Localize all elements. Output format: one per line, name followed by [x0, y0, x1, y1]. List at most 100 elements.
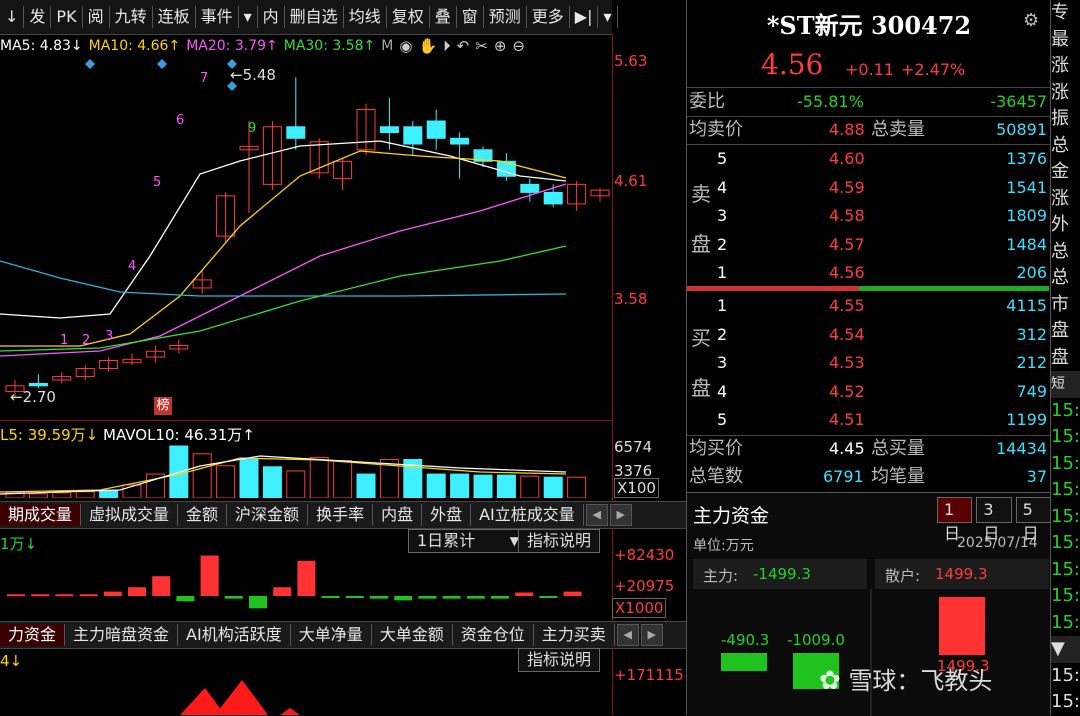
- side-item-9[interactable]: 总: [1051, 239, 1080, 266]
- main-fund-period-0[interactable]: 1日: [937, 497, 973, 543]
- main-fund-period-1[interactable]: 3日: [976, 497, 1012, 543]
- side-item-12[interactable]: 盘: [1051, 318, 1080, 345]
- toolbar-item-11[interactable]: 复权: [387, 6, 430, 28]
- fund_tabs-tab-4[interactable]: 大单金额: [372, 624, 453, 646]
- side-item-5[interactable]: 总: [1051, 133, 1080, 160]
- fund_tabs-tab-0[interactable]: 力资金: [0, 624, 66, 646]
- fund_tabs-tab-5[interactable]: 资金仓位: [453, 624, 534, 646]
- side-item-20[interactable]: 15:: [1051, 530, 1080, 557]
- side-item-0[interactable]: 专: [1051, 0, 1080, 27]
- toolbar-item-1[interactable]: 发: [24, 6, 52, 28]
- scroll-right-icon[interactable]: ▶: [640, 624, 663, 646]
- scissors-icon[interactable]: ✂: [475, 37, 488, 55]
- toolbar-item-8[interactable]: 内: [258, 6, 285, 28]
- side-item-17[interactable]: 15:: [1051, 451, 1080, 478]
- side-item-3[interactable]: 涨: [1051, 80, 1080, 107]
- undo-icon[interactable]: ↶: [457, 37, 470, 55]
- toolbar-item-10[interactable]: 均线: [344, 6, 387, 28]
- side-item-13[interactable]: 盘: [1051, 345, 1080, 372]
- toolbar-item-4[interactable]: 九转: [110, 6, 153, 28]
- eye-icon[interactable]: ◉: [399, 37, 412, 55]
- toolbar-item-9[interactable]: 删自选: [285, 6, 344, 28]
- side-item-22[interactable]: 15:: [1051, 583, 1080, 610]
- list-badge[interactable]: 榜: [154, 397, 172, 415]
- ma-legend: MA5: 4.83↓ MA10: 4.66↑ MA20: 3.79↑ MA30:…: [0, 36, 525, 56]
- total-buy-value: 14434: [996, 439, 1047, 458]
- sells-volume: 1376: [1006, 149, 1047, 168]
- sells-level-row[interactable]: 4 4.59 1541: [687, 174, 1051, 202]
- zoom-in-icon[interactable]: ⊕: [494, 37, 507, 55]
- buys-level-row[interactable]: 5 4.51 1199: [687, 406, 1051, 434]
- toolbar-item-2[interactable]: PK: [51, 6, 83, 28]
- sells-level-row[interactable]: 5 4.60 1376: [687, 145, 1051, 173]
- bottom-explain-button[interactable]: 指标说明: [518, 648, 601, 672]
- side-item-19[interactable]: 15:: [1051, 504, 1080, 531]
- bottom-indicator-chart[interactable]: [0, 670, 612, 715]
- side-item-6[interactable]: 金: [1051, 159, 1080, 186]
- gear-icon[interactable]: ⚙: [1023, 10, 1039, 31]
- toolbar-item-17[interactable]: ▾: [598, 6, 618, 28]
- toolbar-item-16[interactable]: ▶|: [570, 6, 599, 28]
- toolbar-item-5[interactable]: 连板: [153, 6, 196, 28]
- play-icon[interactable]: ⏵: [443, 37, 451, 55]
- fund_tabs-tab-6[interactable]: 主力买卖: [534, 624, 615, 646]
- side-item-16[interactable]: 15:: [1051, 424, 1080, 451]
- buys-level-row[interactable]: 3 4.53 212: [687, 349, 1051, 377]
- fund_tabs-tab-2[interactable]: AI机构活跃度: [178, 624, 291, 646]
- sells-level: 4: [717, 177, 728, 197]
- side-item-1[interactable]: 最: [1051, 27, 1080, 54]
- fund-flow-chart[interactable]: [0, 548, 612, 618]
- sells-level-row[interactable]: 1 4.56 206: [687, 259, 1051, 287]
- buy-strength-bar: [859, 286, 1049, 291]
- buys-level-row[interactable]: 1 4.55 4115: [687, 292, 1051, 320]
- side-item-18[interactable]: 15:: [1051, 477, 1080, 504]
- side-item-2[interactable]: 涨: [1051, 53, 1080, 80]
- vol_tabs-tab-4[interactable]: 换手率: [308, 504, 374, 526]
- toolbar-item-0[interactable]: ↓: [0, 6, 25, 28]
- toolbar-item-7[interactable]: ▾: [239, 6, 258, 28]
- zoom-out-icon[interactable]: ⊖: [512, 37, 525, 55]
- vol_tabs-tab-3[interactable]: 沪深金额: [227, 504, 309, 526]
- vol_tabs-tab-0[interactable]: 期成交量: [0, 504, 82, 526]
- scroll-left-icon[interactable]: ◀: [616, 624, 639, 646]
- scroll-right-icon[interactable]: ▶: [609, 504, 632, 526]
- toolbar-item-13[interactable]: 窗: [457, 6, 484, 28]
- sells-level-row[interactable]: 3 4.58 1809: [687, 202, 1051, 230]
- side-bottom-item-1[interactable]: 15:: [1051, 689, 1080, 715]
- side-dropdown-icon[interactable]: ▼: [1051, 636, 1080, 663]
- vol_tabs-tab-2[interactable]: 金额: [178, 504, 228, 526]
- main-fund-period-2[interactable]: 5日: [1015, 497, 1051, 543]
- buys-level: 3: [717, 353, 728, 372]
- fund_tabs-tab-3[interactable]: 大单净量: [291, 624, 372, 646]
- candlestick-chart[interactable]: 1 2 3 4 5 6 7 9: [0, 56, 612, 416]
- vol_tabs-tab-7[interactable]: AI立桩成交量: [471, 504, 584, 526]
- vol_tabs-tab-6[interactable]: 外盘: [422, 504, 472, 526]
- vol_tabs-tab-5[interactable]: 内盘: [373, 504, 423, 526]
- side-item-11[interactable]: 市: [1051, 292, 1080, 319]
- toolbar-item-3[interactable]: 阅: [83, 6, 110, 28]
- sells-level-row[interactable]: 2 4.57 1484: [687, 231, 1051, 259]
- side-item-23[interactable]: 15:: [1051, 610, 1080, 637]
- toolbar-item-15[interactable]: 更多: [527, 6, 570, 28]
- fund-axis-mid: +20975: [614, 577, 675, 595]
- buys-level-row[interactable]: 2 4.54 312: [687, 321, 1051, 349]
- ma30-label: MA30: 3.58↑: [283, 38, 376, 54]
- vol_tabs-tab-1[interactable]: 虚拟成交量: [81, 504, 179, 526]
- side-bottom-item-0[interactable]: 15:: [1051, 663, 1080, 690]
- side-item-7[interactable]: 涨: [1051, 186, 1080, 213]
- side-item-14[interactable]: 短: [1051, 371, 1080, 398]
- fund-bar: [249, 596, 267, 609]
- scroll-left-icon[interactable]: ◀: [585, 504, 608, 526]
- volume-chart[interactable]: [0, 444, 612, 498]
- toolbar-item-12[interactable]: 叠: [430, 6, 457, 28]
- toolbar-item-14[interactable]: 预测: [484, 6, 527, 28]
- side-item-8[interactable]: 外: [1051, 212, 1080, 239]
- fund_tabs-tab-1[interactable]: 主力暗盘资金: [65, 624, 179, 646]
- side-item-15[interactable]: 15:: [1051, 398, 1080, 425]
- buys-level-row[interactable]: 4 4.52 749: [687, 378, 1051, 406]
- side-item-10[interactable]: 总: [1051, 265, 1080, 292]
- side-item-4[interactable]: 振: [1051, 106, 1080, 133]
- side-item-21[interactable]: 15:: [1051, 557, 1080, 584]
- toolbar-item-6[interactable]: 事件: [196, 6, 239, 28]
- hand-icon[interactable]: ✋: [418, 37, 437, 55]
